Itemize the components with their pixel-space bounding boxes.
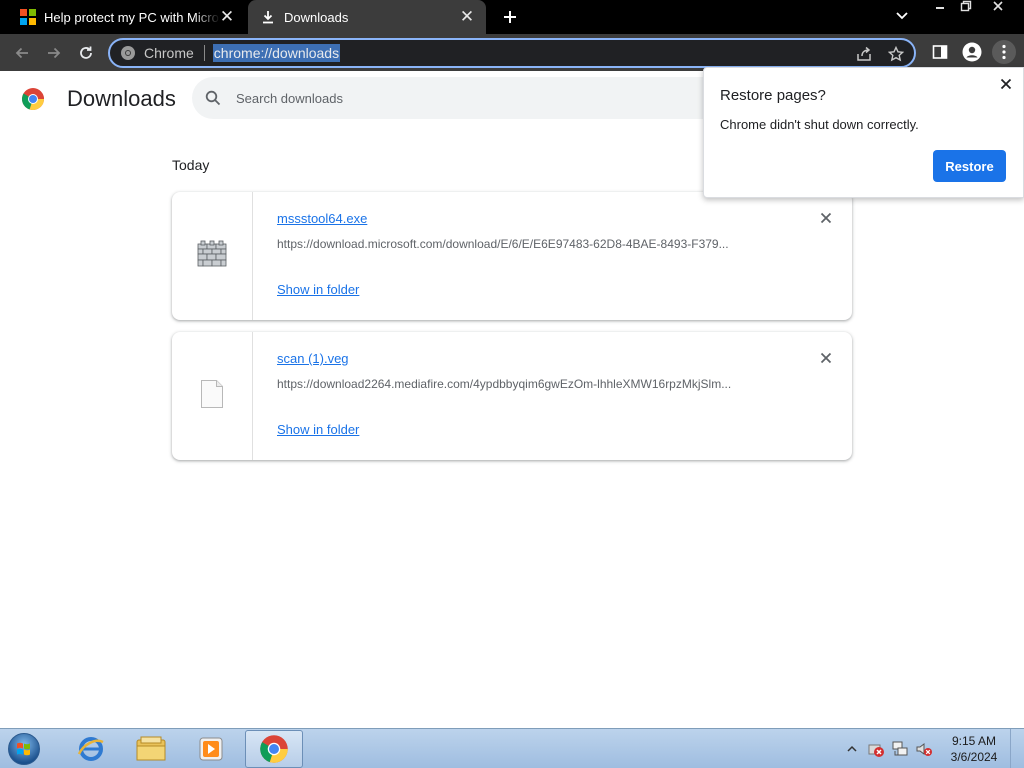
chrome-taskbar-icon[interactable] (245, 730, 303, 768)
close-window-button[interactable] (984, 0, 1012, 18)
action-center-alert-icon[interactable] (866, 739, 886, 759)
reload-icon[interactable] (73, 40, 99, 66)
clock-date: 3/6/2024 (950, 750, 998, 764)
restore-button[interactable]: Restore (933, 150, 1006, 182)
date-section-label: Today (172, 157, 210, 173)
file-icon-column (172, 332, 253, 460)
windows-taskbar: 9:15 AM 3/6/2024 (0, 728, 1024, 768)
file-icon-column (172, 192, 253, 320)
firewall-brick-icon (197, 240, 227, 273)
download-source-url: https://download2264.mediafire.com/4ypdb… (277, 377, 732, 391)
microsoft-logo-icon (20, 9, 36, 25)
site-info-chip[interactable]: Chrome (120, 45, 194, 61)
network-icon[interactable] (890, 739, 910, 759)
restore-bubble-message: Chrome didn't shut down correctly. (720, 117, 919, 132)
restore-bubble-title: Restore pages? (720, 87, 826, 104)
taskbar-clock[interactable]: 9:15 AM 3/6/2024 (944, 733, 1004, 765)
internet-explorer-taskbar-icon[interactable] (62, 730, 120, 768)
blank-file-icon (200, 379, 224, 414)
restore-window-button[interactable] (952, 0, 980, 18)
address-bar[interactable]: Chrome chrome://downloads (108, 38, 916, 68)
url-text[interactable]: chrome://downloads (212, 44, 341, 62)
bookmark-star-icon[interactable] (886, 44, 906, 64)
tab-title: Downloads (284, 9, 349, 25)
site-chip-label: Chrome (144, 45, 194, 61)
show-in-folder-link[interactable]: Show in folder (277, 422, 359, 437)
system-tray: 9:15 AM 3/6/2024 (842, 729, 1024, 768)
download-icon (260, 9, 276, 25)
tab-downloads[interactable]: Downloads ✕ (248, 0, 486, 34)
volume-muted-icon[interactable] (914, 739, 934, 759)
kebab-menu-icon[interactable] (992, 40, 1016, 64)
download-source-url: https://download.microsoft.com/download/… (277, 237, 729, 251)
omnibox-divider (203, 45, 205, 61)
share-icon[interactable] (854, 44, 874, 64)
browser-toolbar: Chrome chrome://downloads (0, 34, 1024, 71)
profile-avatar-icon[interactable] (960, 40, 984, 64)
remove-download-close-icon[interactable] (817, 209, 835, 227)
tab-title: Help protect my PC with Microsoft Defend… (44, 9, 220, 25)
search-input[interactable] (236, 90, 716, 106)
page-title: Downloads (67, 86, 176, 111)
side-panel-icon[interactable] (928, 40, 952, 64)
file-explorer-taskbar-icon[interactable] (122, 730, 180, 768)
close-bubble-icon[interactable] (997, 75, 1015, 93)
close-tab-icon[interactable]: ✕ (218, 8, 236, 26)
minimize-button[interactable] (926, 0, 954, 18)
restore-pages-bubble: Restore pages? Chrome didn't shut down c… (703, 67, 1024, 198)
search-downloads-box[interactable] (192, 77, 792, 119)
show-in-folder-link[interactable]: Show in folder (277, 282, 359, 297)
media-player-taskbar-icon[interactable] (182, 730, 240, 768)
show-desktop-button[interactable] (1010, 729, 1024, 768)
tab-defender-help[interactable]: Help protect my PC with Microsoft Defend… (8, 0, 246, 34)
clock-time: 9:15 AM (951, 734, 997, 748)
forward-arrow-icon[interactable] (41, 40, 67, 66)
tab-search-chevron-icon[interactable] (895, 8, 915, 26)
close-tab-icon[interactable]: ✕ (458, 8, 476, 26)
chrome-logo-icon (21, 87, 45, 111)
download-item: scan (1).veg https://download2264.mediaf… (172, 332, 852, 460)
new-tab-button[interactable] (498, 5, 522, 29)
remove-download-close-icon[interactable] (817, 349, 835, 367)
search-icon (205, 89, 223, 107)
back-arrow-icon[interactable] (9, 40, 35, 66)
download-filename-link[interactable]: scan (1).veg (277, 351, 349, 366)
chrome-site-icon (120, 45, 136, 61)
start-button[interactable] (3, 730, 45, 768)
show-hidden-icons-chevron-icon[interactable] (842, 739, 862, 759)
download-item: mssstool64.exe https://download.microsof… (172, 192, 852, 320)
tab-strip: Help protect my PC with Microsoft Defend… (0, 0, 1024, 34)
download-filename-link[interactable]: mssstool64.exe (277, 211, 367, 226)
